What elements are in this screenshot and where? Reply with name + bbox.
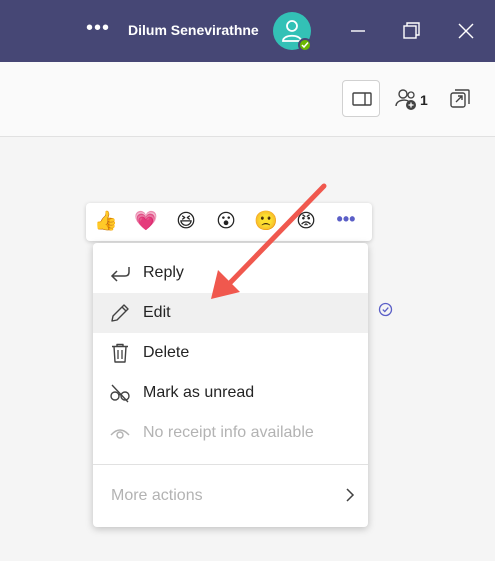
participants-button[interactable]: 1: [394, 87, 434, 113]
minimize-icon: [351, 30, 365, 32]
eye-off-icon: [110, 384, 130, 403]
restore-icon: [403, 22, 420, 39]
reaction-like[interactable]: 👍: [94, 210, 118, 234]
menu-item-label: Delete: [143, 344, 190, 361]
reaction-sad[interactable]: 🙁: [254, 210, 278, 234]
minimize-button[interactable]: [344, 17, 372, 45]
menu-item-label: Edit: [143, 304, 171, 321]
close-button[interactable]: [452, 17, 480, 45]
trash-icon: [112, 343, 128, 363]
menu-item-delete[interactable]: Delete: [93, 333, 368, 373]
menu-item-more-actions[interactable]: More actions: [93, 475, 368, 515]
reaction-laugh[interactable]: 😆: [174, 210, 198, 234]
title-bar: ••• Dilum Senevirathne: [0, 0, 495, 62]
user-name: Dilum Senevirathne: [128, 22, 259, 38]
message-sent-icon: [378, 302, 393, 317]
reaction-surprised[interactable]: 😮: [214, 210, 238, 234]
reaction-heart[interactable]: 💗: [134, 210, 158, 234]
menu-item-reply[interactable]: Reply: [93, 253, 368, 293]
message-context-menu: Reply Edit Delete Mark as unread No rece…: [93, 243, 368, 527]
reply-icon: [110, 267, 130, 282]
close-icon: [458, 23, 474, 39]
chat-header: 1: [0, 62, 495, 137]
menu-item-label: No receipt info available: [143, 424, 314, 441]
side-panel-icon: [352, 92, 372, 106]
popout-icon: [450, 89, 470, 108]
people-add-icon: [395, 89, 416, 110]
menu-divider: [93, 464, 368, 465]
participant-count: 1: [420, 92, 428, 108]
menu-item-edit[interactable]: Edit: [93, 293, 368, 333]
menu-item-label: Reply: [143, 264, 184, 281]
menu-item-receipt-info: No receipt info available: [93, 413, 368, 453]
side-panel-button[interactable]: [342, 80, 380, 117]
chevron-right-icon: [346, 488, 355, 502]
menu-item-label: Mark as unread: [143, 384, 255, 401]
presence-badge: [298, 38, 312, 52]
eye-icon: [110, 429, 130, 439]
more-options-button[interactable]: •••: [86, 18, 109, 43]
available-check-icon: [301, 42, 309, 49]
pencil-icon: [111, 304, 129, 322]
more-actions-label: More actions: [111, 487, 203, 504]
reactions-bar: 👍 💗 😆 😮 🙁 😡 •••: [86, 203, 372, 241]
popout-button[interactable]: [449, 88, 471, 110]
more-reactions-button[interactable]: •••: [334, 210, 358, 234]
reaction-angry[interactable]: 😡: [294, 210, 318, 234]
restore-button[interactable]: [398, 17, 426, 45]
menu-item-mark-unread[interactable]: Mark as unread: [93, 373, 368, 413]
